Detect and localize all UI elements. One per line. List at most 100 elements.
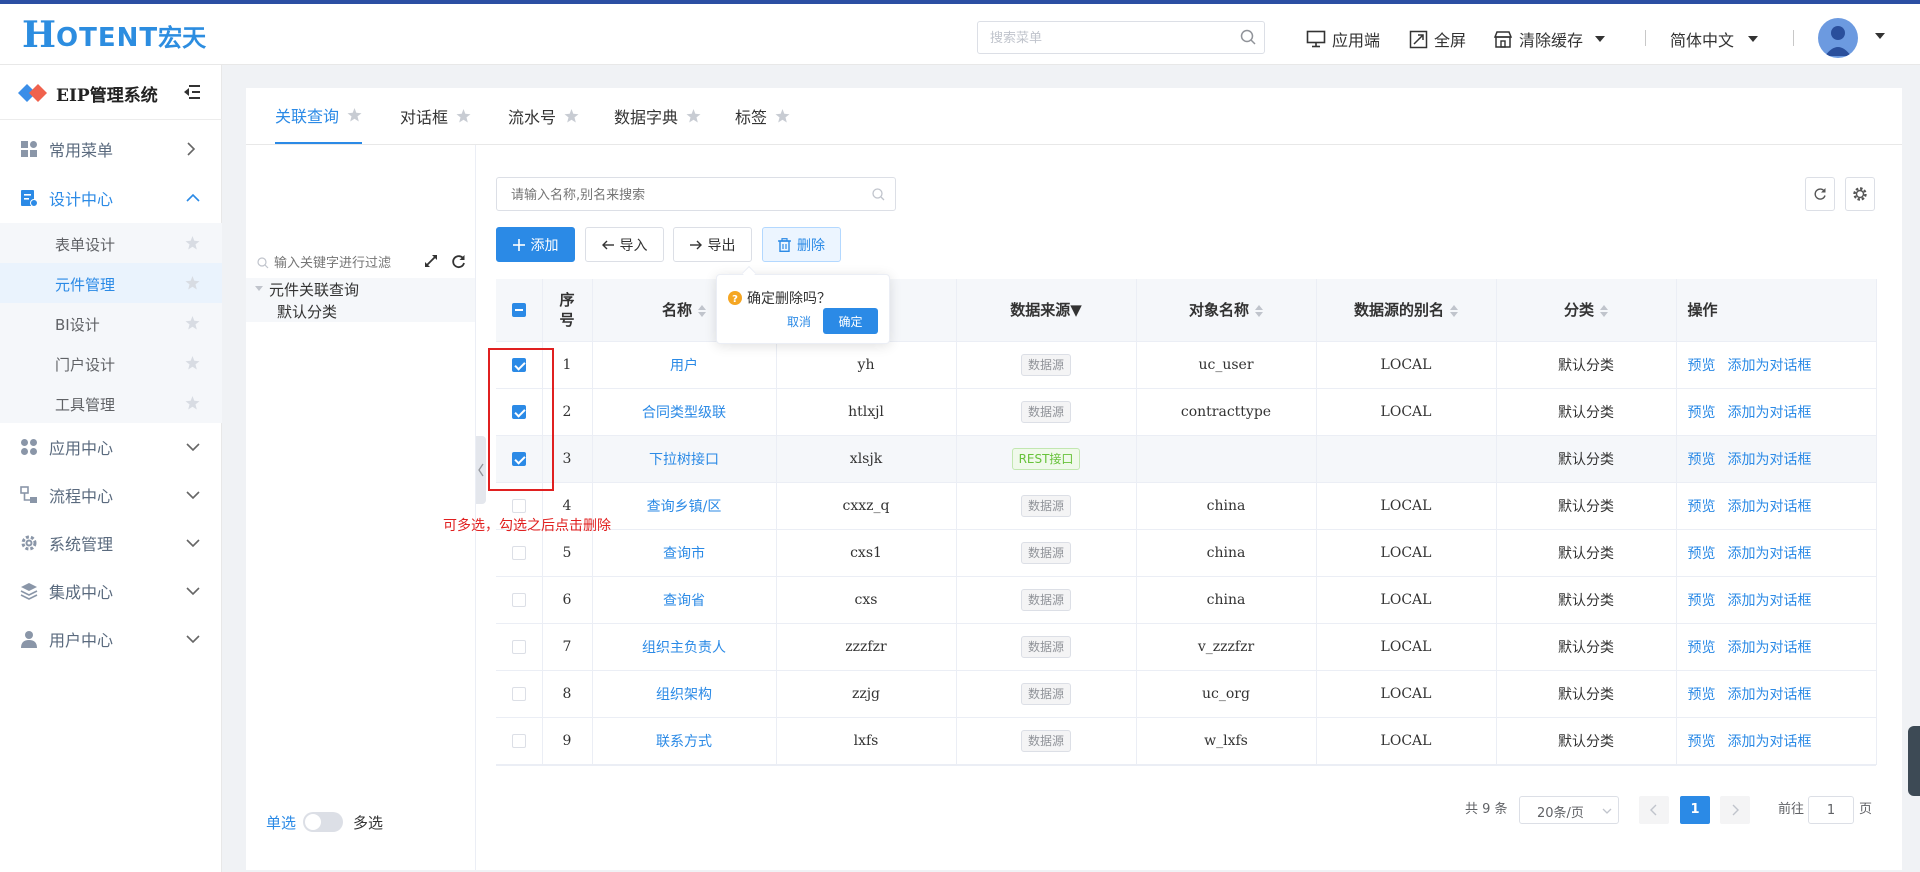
row-name-link[interactable]: 用户 — [592, 341, 777, 389]
row-checkbox[interactable] — [511, 639, 526, 654]
datasource-header[interactable]: 数据来源▼ — [956, 279, 1137, 342]
preview-link[interactable]: 预览 — [1688, 405, 1716, 421]
prev-page-button[interactable] — [1639, 796, 1669, 824]
row-checkbox[interactable] — [511, 545, 526, 560]
popover-confirm-button[interactable]: 确定 — [823, 308, 878, 334]
caret-down-icon[interactable] — [1875, 33, 1885, 39]
select-all-cell[interactable] — [496, 279, 543, 342]
tree-filter-input[interactable] — [274, 253, 424, 273]
table-settings-button[interactable] — [1845, 177, 1875, 211]
table-row[interactable]: 4 查询乡镇/区 cxxz_q 数据源 china LOCAL 默认分类 预览 添加为对话框 — [496, 482, 1877, 530]
sort-icon[interactable] — [1450, 304, 1458, 317]
add-as-dialog-link[interactable]: 添加为对话框 — [1728, 687, 1812, 703]
refresh-icon[interactable] — [451, 254, 466, 269]
star-icon[interactable] — [347, 108, 362, 122]
menu-search-box[interactable] — [977, 21, 1265, 54]
delete-button[interactable]: 删除 — [762, 227, 841, 262]
menu-app-center[interactable]: 应用中心 — [0, 423, 222, 471]
import-button[interactable]: 导入 — [585, 227, 664, 262]
collapse-menu-icon[interactable] — [183, 84, 201, 100]
row-checkbox[interactable] — [511, 592, 526, 607]
expand-icon[interactable] — [424, 254, 438, 268]
table-row[interactable]: 3 下拉树接口 xlsjk REST接口 默认分类 预览 添加为对话框 — [496, 435, 1877, 483]
row-select-cell[interactable] — [496, 717, 543, 765]
sort-icon[interactable] — [1255, 304, 1263, 317]
floating-side-widget[interactable] — [1908, 726, 1920, 796]
menu-user-center[interactable]: 用户中心 — [0, 615, 222, 663]
object-header[interactable]: 对象名称 — [1136, 279, 1317, 342]
add-as-dialog-link[interactable]: 添加为对话框 — [1728, 593, 1812, 609]
preview-link[interactable]: 预览 — [1688, 687, 1716, 703]
row-select-cell[interactable] — [496, 623, 543, 671]
preview-link[interactable]: 预览 — [1688, 452, 1716, 468]
select-all-checkbox[interactable] — [511, 303, 526, 318]
goto-page-input[interactable] — [1808, 796, 1854, 824]
add-button[interactable]: 添加 — [496, 227, 575, 262]
menu-integration-center[interactable]: 集成中心 — [0, 567, 222, 615]
add-as-dialog-link[interactable]: 添加为对话框 — [1728, 358, 1812, 374]
star-icon[interactable] — [564, 109, 579, 123]
row-checkbox[interactable] — [511, 733, 526, 748]
submenu-form-design[interactable]: 表单设计 — [0, 223, 222, 263]
component-search-box[interactable] — [496, 177, 896, 211]
row-checkbox[interactable] — [511, 686, 526, 701]
star-icon[interactable] — [185, 356, 200, 370]
next-page-button[interactable] — [1720, 796, 1750, 824]
preview-link[interactable]: 预览 — [1688, 593, 1716, 609]
table-row[interactable]: 9 联系方式 lxfs 数据源 w_lxfs LOCAL 默认分类 预览 添加为对话框 — [496, 717, 1877, 765]
add-as-dialog-link[interactable]: 添加为对话框 — [1728, 546, 1812, 562]
preview-link[interactable]: 预览 — [1688, 640, 1716, 656]
component-search-input[interactable] — [511, 185, 871, 205]
submenu-portal-design[interactable]: 门户设计 — [0, 343, 222, 383]
table-row[interactable]: 2 合同类型级联 htlxjl 数据源 contracttype LOCAL 默认分类 预览添… — [496, 388, 1877, 436]
menu-common[interactable]: 常用菜单 — [0, 125, 222, 173]
hotent-logo[interactable]: H OTENT 宏天 — [22, 14, 206, 54]
tab-label-tag[interactable]: 标签 — [735, 88, 790, 144]
row-checkbox[interactable] — [511, 498, 526, 513]
menu-flow-center[interactable]: 流程中心 — [0, 471, 222, 519]
row-name-link[interactable]: 联系方式 — [592, 717, 777, 765]
tab-data-dictionary[interactable]: 数据字典 — [614, 88, 701, 144]
select-mode-toggle[interactable] — [303, 812, 343, 832]
star-icon[interactable] — [456, 109, 471, 123]
row-name-link[interactable]: 合同类型级联 — [592, 388, 777, 436]
star-icon[interactable] — [775, 109, 790, 123]
add-as-dialog-link[interactable]: 添加为对话框 — [1728, 452, 1812, 468]
star-icon[interactable] — [185, 276, 200, 290]
sort-icon[interactable] — [698, 304, 706, 317]
star-icon[interactable] — [185, 316, 200, 330]
star-icon[interactable] — [686, 109, 701, 123]
refresh-table-button[interactable] — [1805, 177, 1835, 211]
search-icon[interactable] — [872, 188, 885, 201]
avatar[interactable] — [1818, 18, 1858, 58]
row-name-link[interactable]: 下拉树接口 — [592, 435, 777, 483]
row-select-cell[interactable] — [496, 529, 543, 577]
search-icon[interactable] — [1240, 29, 1257, 46]
table-row[interactable]: 6 查询省 cxs 数据源 china LOCAL 默认分类 预览 添加为对话框 — [496, 576, 1877, 624]
tree-collapse-handle[interactable] — [476, 436, 486, 504]
menu-search-input[interactable] — [990, 28, 1230, 48]
preview-link[interactable]: 预览 — [1688, 734, 1716, 750]
preview-link[interactable]: 预览 — [1688, 546, 1716, 562]
tab-dialog[interactable]: 对话框 — [400, 88, 471, 144]
page-1-button[interactable]: 1 — [1680, 796, 1710, 824]
menu-system-management[interactable]: 系统管理 — [0, 519, 222, 567]
row-name-link[interactable]: 查询乡镇/区 — [592, 482, 777, 530]
table-row[interactable]: 1 用户 yh 数据源 uc_user LOCAL 默认分类 预览 添加为对话框 — [496, 341, 1877, 389]
popover-cancel-button[interactable]: 取消 — [787, 313, 811, 330]
tab-related-query[interactable]: 关联查询 — [275, 88, 363, 144]
category-header[interactable]: 分类 — [1496, 279, 1677, 342]
app-client-button[interactable]: 应用端 — [1306, 27, 1380, 51]
add-as-dialog-link[interactable]: 添加为对话框 — [1728, 734, 1812, 750]
fullscreen-button[interactable]: 全屏 — [1409, 27, 1466, 51]
submenu-bi-design[interactable]: BI设计 — [0, 303, 222, 343]
export-button[interactable]: 导出 — [673, 227, 752, 262]
row-name-link[interactable]: 查询市 — [592, 529, 777, 577]
add-as-dialog-link[interactable]: 添加为对话框 — [1728, 405, 1812, 421]
submenu-tool-management[interactable]: 工具管理 — [0, 383, 222, 423]
row-name-link[interactable]: 组织架构 — [592, 670, 777, 718]
preview-link[interactable]: 预览 — [1688, 358, 1716, 374]
row-name-link[interactable]: 组织主负责人 — [592, 623, 777, 671]
tree-node-default[interactable]: 默认分类 — [246, 300, 475, 322]
menu-design-center[interactable]: 设计中心 — [0, 174, 222, 222]
